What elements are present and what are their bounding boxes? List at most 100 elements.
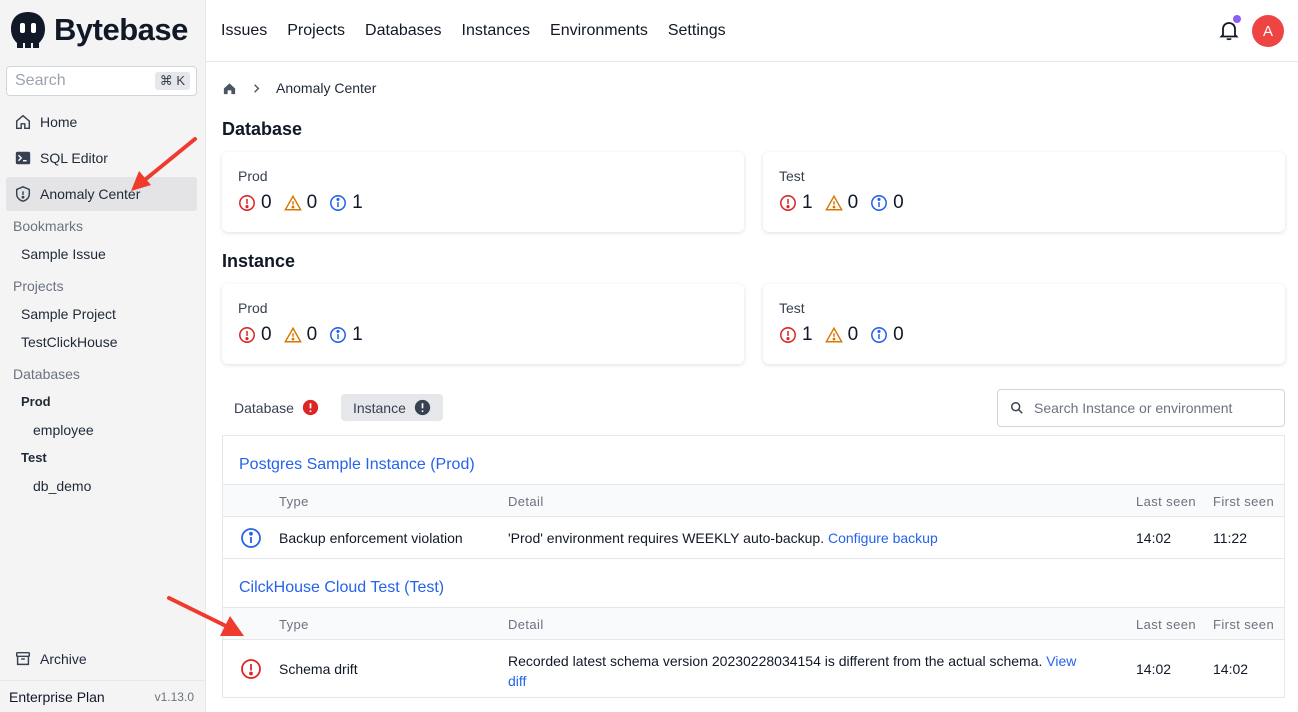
version-label: v1.13.0 bbox=[154, 689, 194, 704]
anomaly-counts: 0 0 1 bbox=[238, 192, 728, 214]
warning-count: 0 bbox=[306, 192, 318, 213]
table-row: Schema drift Recorded latest schema vers… bbox=[223, 640, 1284, 697]
sidebar-item-label: Archive bbox=[40, 651, 87, 667]
warning-icon bbox=[283, 326, 302, 343]
annotation-arrow bbox=[131, 137, 197, 191]
row-detail: Recorded latest schema version 202302280… bbox=[508, 651, 1118, 691]
info-icon bbox=[330, 195, 347, 211]
search-icon bbox=[1011, 402, 1023, 414]
error-icon bbox=[241, 659, 261, 679]
nav-projects[interactable]: Projects bbox=[287, 22, 345, 40]
card-env-label: Prod bbox=[238, 168, 268, 184]
archive-icon bbox=[15, 651, 31, 666]
bytebase-logo-icon bbox=[11, 12, 45, 48]
info-icon bbox=[330, 327, 347, 343]
row-severity bbox=[240, 658, 262, 683]
project-item[interactable]: Sample Project bbox=[21, 306, 116, 322]
column-last-seen: Last seen bbox=[1136, 617, 1196, 632]
nav-databases[interactable]: Databases bbox=[365, 22, 442, 40]
chevron-right-icon bbox=[254, 83, 260, 93]
search-shortcut: ⌘ K bbox=[154, 72, 190, 90]
card-env-label: Test bbox=[779, 168, 805, 184]
sidebar-item-label: SQL Editor bbox=[40, 150, 108, 166]
error-filled-icon bbox=[414, 399, 431, 416]
view-diff-link-continued[interactable]: diff bbox=[508, 673, 526, 689]
error-count: 1 bbox=[802, 324, 813, 345]
database-section-title: Database bbox=[222, 119, 303, 139]
table-header: Type Detail Last seen First seen bbox=[223, 484, 1284, 517]
plan-name[interactable]: Enterprise Plan bbox=[9, 689, 105, 705]
column-type: Type bbox=[279, 494, 309, 509]
terminal-icon bbox=[15, 151, 31, 165]
instance-group-title[interactable]: CilckHouse Cloud Test (Test) bbox=[239, 579, 444, 597]
card-env-label: Prod bbox=[238, 300, 268, 316]
search-placeholder: Search bbox=[15, 72, 66, 89]
column-detail: Detail bbox=[508, 494, 544, 509]
instance-prod-card[interactable]: Prod 0 0 1 bbox=[222, 284, 744, 364]
instance-section-title: Instance bbox=[222, 251, 296, 271]
breadcrumb-current: Anomaly Center bbox=[276, 80, 377, 96]
database-env-label[interactable]: Test bbox=[21, 450, 47, 465]
error-icon bbox=[239, 327, 255, 343]
sidebar-search-input[interactable]: Search ⌘ K bbox=[6, 66, 197, 96]
error-count: 0 bbox=[261, 192, 272, 213]
brand-name: Bytebase bbox=[54, 12, 188, 47]
info-icon bbox=[871, 327, 888, 343]
tab-database[interactable]: Database bbox=[222, 394, 331, 421]
row-detail: 'Prod' environment requires WEEKLY auto-… bbox=[508, 530, 938, 546]
projects-heading: Projects bbox=[13, 278, 64, 294]
sidebar-item-home[interactable]: Home bbox=[6, 105, 197, 139]
row-type: Schema drift bbox=[279, 661, 358, 677]
row-detail-text: 'Prod' environment requires WEEKLY auto-… bbox=[508, 530, 825, 546]
nav-instances[interactable]: Instances bbox=[462, 22, 530, 40]
error-icon bbox=[780, 195, 796, 211]
bookmarks-heading: Bookmarks bbox=[13, 218, 84, 234]
top-nav: Issues Projects Databases Instances Envi… bbox=[221, 22, 726, 40]
breadcrumb: Anomaly Center bbox=[222, 80, 376, 96]
database-test-card[interactable]: Test 1 0 0 bbox=[763, 152, 1285, 232]
nav-environments[interactable]: Environments bbox=[550, 22, 648, 40]
home-icon[interactable] bbox=[222, 81, 237, 96]
warning-count: 0 bbox=[306, 324, 318, 345]
database-env-label[interactable]: Prod bbox=[21, 394, 51, 409]
row-type: Backup enforcement violation bbox=[279, 530, 463, 546]
warning-count: 0 bbox=[847, 192, 859, 213]
configure-backup-link[interactable]: Configure backup bbox=[828, 530, 938, 546]
divider bbox=[223, 558, 1284, 559]
project-item[interactable]: TestClickHouse bbox=[21, 334, 117, 350]
logo[interactable]: Bytebase bbox=[8, 10, 188, 50]
home-icon bbox=[15, 114, 31, 130]
tab-label: Database bbox=[234, 399, 294, 416]
row-detail-text: Recorded latest schema version 202302280… bbox=[508, 653, 1043, 669]
shield-icon bbox=[15, 186, 31, 202]
anomaly-counts: 0 0 1 bbox=[238, 324, 728, 346]
row-first-seen: 11:22 bbox=[1213, 530, 1247, 546]
nav-issues[interactable]: Issues bbox=[221, 22, 267, 40]
annotation-arrow bbox=[167, 596, 244, 636]
sidebar-item-label: Home bbox=[40, 114, 78, 130]
database-prod-card[interactable]: Prod 0 0 1 bbox=[222, 152, 744, 232]
search-placeholder: Search Instance or environment bbox=[1034, 400, 1233, 416]
database-item[interactable]: db_demo bbox=[33, 478, 91, 494]
instance-search-input[interactable]: Search Instance or environment bbox=[997, 389, 1285, 427]
instance-group-title[interactable]: Postgres Sample Instance (Prod) bbox=[239, 456, 475, 474]
instance-test-card[interactable]: Test 1 0 0 bbox=[763, 284, 1285, 364]
sidebar-item-archive[interactable]: Archive bbox=[6, 642, 197, 676]
column-first-seen: First seen bbox=[1213, 617, 1275, 632]
view-diff-link[interactable]: View bbox=[1046, 653, 1076, 669]
tab-label: Instance bbox=[352, 399, 406, 416]
avatar[interactable]: A bbox=[1252, 15, 1284, 47]
error-count: 1 bbox=[802, 192, 813, 213]
bookmark-item[interactable]: Sample Issue bbox=[21, 246, 106, 262]
info-count: 1 bbox=[352, 192, 363, 213]
database-item[interactable]: employee bbox=[33, 422, 94, 438]
column-last-seen: Last seen bbox=[1136, 494, 1196, 509]
row-last-seen: 14:02 bbox=[1136, 530, 1172, 546]
warning-icon bbox=[824, 194, 843, 211]
nav-settings[interactable]: Settings bbox=[668, 22, 726, 40]
error-icon bbox=[239, 195, 255, 211]
error-count: 0 bbox=[261, 324, 272, 345]
tab-instance[interactable]: Instance bbox=[340, 394, 443, 421]
warning-count: 0 bbox=[847, 324, 859, 345]
info-icon bbox=[241, 528, 261, 548]
